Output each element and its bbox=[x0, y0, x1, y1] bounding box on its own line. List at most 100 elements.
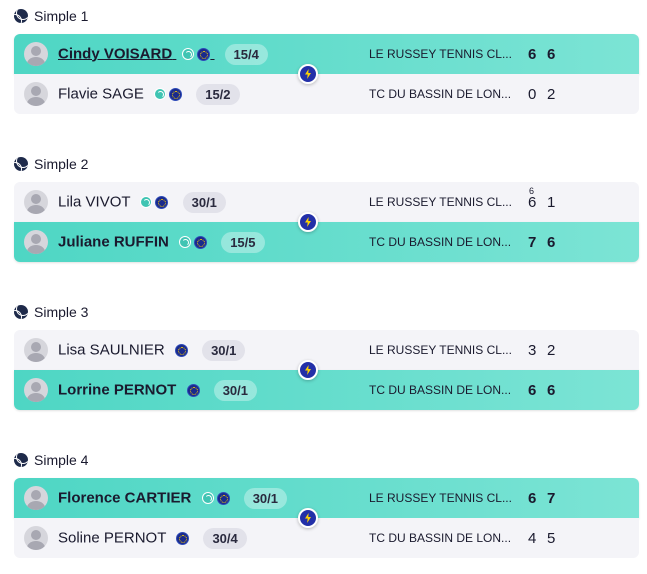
club-name: LE RUSSEY TENNIS CL... bbox=[369, 195, 512, 209]
player-name-link[interactable]: Lorrine PERNOT 30/1 bbox=[58, 379, 258, 401]
ranking-badge: 30/1 bbox=[202, 339, 246, 361]
tennis-ball-icon bbox=[154, 88, 167, 100]
federation-badge-icon bbox=[186, 383, 200, 397]
player-row[interactable]: Lisa SAULNIER 30/1 LE RUSSEY TENNIS CL..… bbox=[14, 330, 639, 370]
avatar-placeholder-icon bbox=[24, 230, 48, 254]
player-row[interactable]: Juliane RUFFIN 15/5 TC DU BASSIN DE LON.… bbox=[14, 222, 639, 262]
player-row[interactable]: Flavie SAGE 15/2 TC DU BASSIN DE LON... … bbox=[14, 74, 639, 114]
score-sets: 6 6 bbox=[528, 46, 566, 63]
player-name-link[interactable]: Juliane RUFFIN 15/5 bbox=[58, 231, 265, 253]
player-name[interactable]: Florence CARTIER bbox=[58, 489, 191, 506]
club-name: LE RUSSEY TENNIS CL... bbox=[369, 343, 512, 357]
match-card: Cindy VOISARD 15/4 LE RUSSEY TENNIS CL..… bbox=[14, 34, 639, 114]
ranking-badge: 30/1 bbox=[243, 487, 288, 509]
match-title: Simple 3 bbox=[14, 302, 639, 322]
ranking-badge: 30/1 bbox=[213, 379, 258, 401]
club-name: TC DU BASSIN DE LON... bbox=[369, 383, 512, 397]
score-sets: 0 2 bbox=[528, 86, 566, 103]
player-row[interactable]: Lila VIVOT 30/1 LE RUSSEY TENNIS CL... 6… bbox=[14, 182, 639, 222]
player-row[interactable]: Soline PERNOT 30/4 TC DU BASSIN DE LON..… bbox=[14, 518, 639, 558]
federation-badge-icon bbox=[176, 531, 190, 545]
tennis-ball-icon bbox=[140, 196, 153, 208]
player-name[interactable]: Flavie SAGE bbox=[58, 85, 144, 102]
club-name: TC DU BASSIN DE LON... bbox=[369, 531, 512, 545]
club-name: TC DU BASSIN DE LON... bbox=[369, 87, 512, 101]
set-score: 6 bbox=[547, 233, 556, 251]
tennis-ball-icon bbox=[14, 157, 28, 171]
score-sets: 4 5 bbox=[528, 530, 566, 547]
lightning-bolt-icon[interactable] bbox=[298, 360, 318, 380]
set-score: 6 bbox=[528, 489, 537, 507]
player-name[interactable]: Lorrine PERNOT bbox=[58, 381, 176, 398]
set-score: 4 bbox=[528, 529, 537, 547]
player-name-link[interactable]: Flavie SAGE 15/2 bbox=[58, 83, 240, 105]
club-name: LE RUSSEY TENNIS CL... bbox=[369, 491, 512, 505]
tennis-ball-icon bbox=[179, 236, 192, 248]
set-score: 5 bbox=[547, 529, 556, 547]
set-score: 66 bbox=[528, 185, 537, 211]
player-name-link[interactable]: Florence CARTIER 30/1 bbox=[58, 487, 288, 509]
score-sets: 3 2 bbox=[528, 342, 566, 359]
set-score: 2 bbox=[547, 341, 556, 359]
set-score: 6 bbox=[547, 381, 556, 399]
player-name[interactable]: Lisa SAULNIER bbox=[58, 341, 165, 358]
ranking-badge: 30/1 bbox=[182, 191, 226, 213]
tennis-ball-icon bbox=[14, 305, 28, 319]
lightning-bolt-icon[interactable] bbox=[298, 64, 318, 84]
player-name-link[interactable]: Lisa SAULNIER 30/1 bbox=[58, 339, 246, 361]
player-name-link[interactable]: Soline PERNOT 30/4 bbox=[58, 527, 247, 549]
player-name[interactable]: Soline PERNOT bbox=[58, 529, 166, 546]
tennis-ball-icon bbox=[14, 9, 28, 23]
match-title: Simple 2 bbox=[14, 154, 639, 174]
match-simple-1: Simple 1 Cindy VOISARD 15/4 LE RUSSEY TE… bbox=[14, 6, 639, 114]
player-name-link[interactable]: Lila VIVOT 30/1 bbox=[58, 191, 226, 213]
avatar-placeholder-icon bbox=[24, 526, 48, 550]
set-score: 0 bbox=[528, 85, 537, 103]
tennis-ball-icon bbox=[14, 453, 28, 467]
federation-badge-icon bbox=[194, 235, 208, 249]
player-row[interactable]: Florence CARTIER 30/1 LE RUSSEY TENNIS C… bbox=[14, 478, 639, 518]
set-score: 6 bbox=[547, 45, 556, 63]
federation-badge-icon bbox=[169, 87, 183, 101]
match-title: Simple 1 bbox=[14, 6, 639, 26]
match-card: Lila VIVOT 30/1 LE RUSSEY TENNIS CL... 6… bbox=[14, 182, 639, 262]
federation-badge-icon bbox=[197, 47, 211, 61]
player-name[interactable]: Juliane RUFFIN bbox=[58, 233, 169, 250]
match-card: Florence CARTIER 30/1 LE RUSSEY TENNIS C… bbox=[14, 478, 639, 558]
match-title: Simple 4 bbox=[14, 450, 639, 470]
set-score: 6 bbox=[528, 381, 537, 399]
avatar-placeholder-icon bbox=[24, 338, 48, 362]
avatar-placeholder-icon bbox=[24, 378, 48, 402]
match-title-label: Simple 3 bbox=[34, 304, 89, 320]
avatar-placeholder-icon bbox=[24, 486, 48, 510]
score-sets: 66 1 bbox=[528, 185, 566, 211]
player-name[interactable]: Cindy VOISARD bbox=[58, 45, 172, 62]
match-simple-2: Simple 2 Lila VIVOT 30/1 LE RUSSEY TENNI… bbox=[14, 154, 639, 262]
set-score: 6 bbox=[528, 45, 537, 63]
set-score: 2 bbox=[547, 85, 556, 103]
score-sets: 7 6 bbox=[528, 234, 566, 251]
player-name[interactable]: Lila VIVOT bbox=[58, 193, 130, 210]
ranking-badge: 15/2 bbox=[196, 83, 240, 105]
federation-badge-icon bbox=[216, 491, 230, 505]
score-sets: 6 7 bbox=[528, 490, 566, 507]
set-score: 3 bbox=[528, 341, 537, 359]
tennis-ball-icon bbox=[201, 492, 214, 504]
federation-badge-icon bbox=[174, 343, 188, 357]
club-name: TC DU BASSIN DE LON... bbox=[369, 235, 512, 249]
ranking-badge: 30/4 bbox=[203, 527, 247, 549]
lightning-bolt-icon[interactable] bbox=[298, 508, 318, 528]
set-score: 7 bbox=[547, 489, 556, 507]
ranking-badge: 15/5 bbox=[221, 231, 265, 253]
match-simple-4: Simple 4 Florence CARTIER 30/1 LE RUSSEY… bbox=[14, 450, 639, 558]
avatar-placeholder-icon bbox=[24, 42, 48, 66]
match-card: Lisa SAULNIER 30/1 LE RUSSEY TENNIS CL..… bbox=[14, 330, 639, 410]
club-name: LE RUSSEY TENNIS CL... bbox=[369, 47, 512, 61]
match-title-label: Simple 2 bbox=[34, 156, 89, 172]
player-name-link[interactable]: Cindy VOISARD 15/4 bbox=[58, 43, 268, 65]
player-row[interactable]: Lorrine PERNOT 30/1 TC DU BASSIN DE LON.… bbox=[14, 370, 639, 410]
player-row[interactable]: Cindy VOISARD 15/4 LE RUSSEY TENNIS CL..… bbox=[14, 34, 639, 74]
lightning-bolt-icon[interactable] bbox=[298, 212, 318, 232]
federation-badge-icon bbox=[155, 195, 169, 209]
ranking-badge: 15/4 bbox=[224, 43, 268, 65]
